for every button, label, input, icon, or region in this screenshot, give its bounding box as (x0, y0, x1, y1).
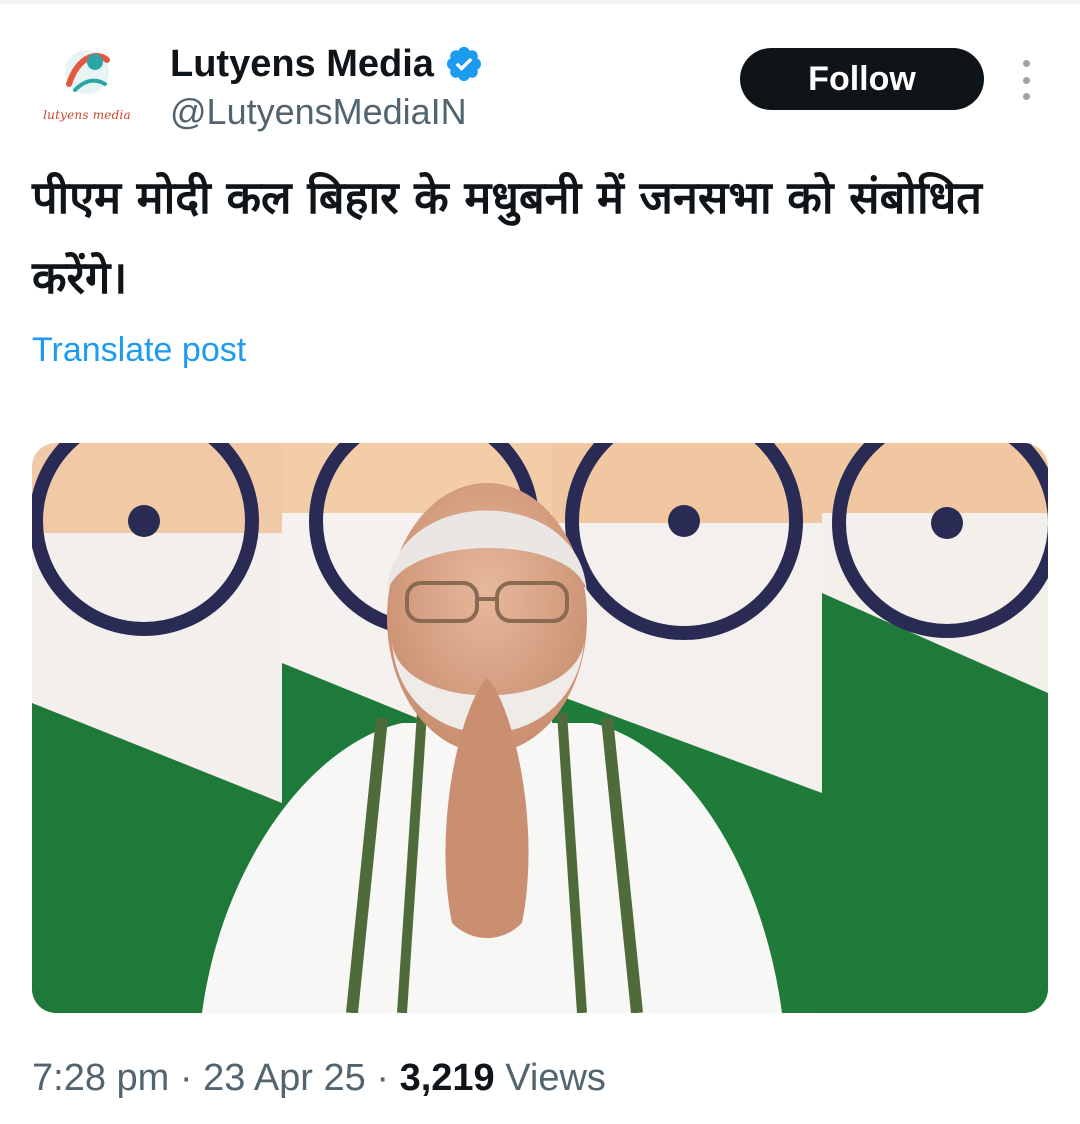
top-divider (0, 0, 1080, 4)
post-time[interactable]: 7:28 pm (32, 1057, 169, 1099)
post-text: पीएम मोदी कल बिहार के मधुबनी में जनसभा क… (32, 171, 982, 304)
post-date[interactable]: 23 Apr 25 (203, 1057, 366, 1099)
translate-post-link[interactable]: Translate post (32, 324, 246, 376)
name-row[interactable]: Lutyens Media (170, 40, 484, 88)
avatar-caption: lutyens media (43, 108, 131, 122)
more-dot (1022, 60, 1030, 67)
post-meta: 7:28 pm · 23 Apr 25 · 3,219 Views (32, 1052, 606, 1104)
more-vertical-icon[interactable] (1008, 60, 1044, 100)
avatar[interactable]: lutyens media (32, 40, 142, 136)
meta-separator: · (169, 1057, 204, 1099)
post-image-art (32, 443, 1048, 1013)
verified-badge-icon (446, 46, 482, 82)
lutyens-logo-icon (65, 50, 110, 94)
views-count: 3,219 (399, 1057, 495, 1099)
meta-separator: · (365, 1057, 400, 1099)
more-dot (1022, 76, 1030, 84)
post-image[interactable] (32, 443, 1048, 1013)
display-name[interactable]: Lutyens Media (170, 40, 434, 88)
follow-button[interactable]: Follow (740, 48, 984, 110)
more-dot (1022, 93, 1030, 100)
account-handle[interactable]: @LutyensMediaIN (170, 90, 467, 134)
views-label: Views (494, 1057, 606, 1099)
